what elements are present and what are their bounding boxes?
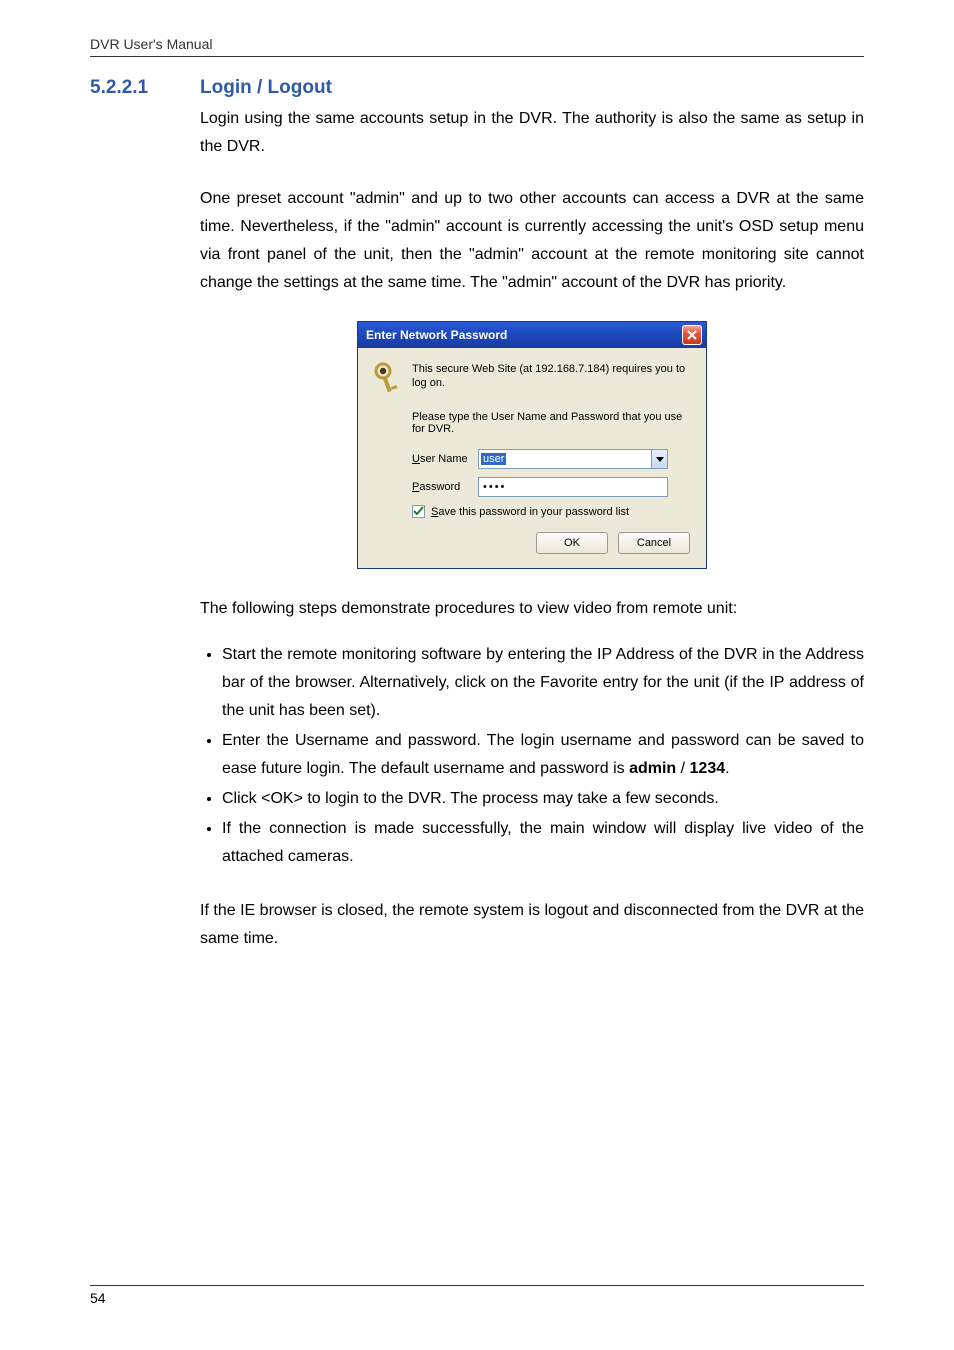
password-value: •••• <box>483 481 506 493</box>
section-title: Login / Logout <box>200 77 332 99</box>
section-number: 5.2.2.1 <box>90 77 200 99</box>
close-icon <box>687 330 697 340</box>
save-password-checkbox[interactable] <box>412 505 425 518</box>
ok-button[interactable]: OK <box>536 532 608 554</box>
step-1: Start the remote monitoring software by … <box>222 641 864 725</box>
paragraph-1: Login using the same accounts setup in t… <box>200 105 864 161</box>
password-label: Password <box>412 481 478 493</box>
dialog-title: Enter Network Password <box>366 328 507 342</box>
save-password-label: Save this password in your password list <box>431 506 629 518</box>
chevron-down-icon <box>656 457 664 462</box>
steps-list: Start the remote monitoring software by … <box>200 641 864 871</box>
password-input[interactable]: •••• <box>478 477 668 497</box>
footer-rule <box>90 1285 864 1286</box>
dialog-titlebar: Enter Network Password <box>358 322 706 348</box>
page-footer: 54 <box>90 1285 864 1306</box>
login-dialog: Enter Network Password <box>357 321 707 569</box>
check-icon <box>413 506 424 517</box>
username-input[interactable]: user <box>478 449 668 469</box>
paragraph-3: The following steps demonstrate procedur… <box>200 595 864 623</box>
paragraph-4: If the IE browser is closed, the remote … <box>200 897 864 953</box>
running-header: DVR User's Manual <box>90 36 864 52</box>
step-3: Click <OK> to login to the DVR. The proc… <box>222 785 864 813</box>
header-rule <box>90 56 864 57</box>
cancel-button[interactable]: Cancel <box>618 532 690 554</box>
close-button[interactable] <box>682 325 702 345</box>
step-4: If the connection is made successfully, … <box>222 815 864 871</box>
dialog-message-1: This secure Web Site (at 192.168.7.184) … <box>412 362 690 391</box>
username-label: User Name <box>412 453 478 465</box>
key-icon <box>374 362 402 401</box>
section-heading: 5.2.2.1 Login / Logout <box>90 77 864 99</box>
page-number: 54 <box>90 1290 864 1306</box>
username-value: user <box>481 453 506 465</box>
username-dropdown-button[interactable] <box>652 449 668 469</box>
paragraph-2: One preset account "admin" and up to two… <box>200 185 864 297</box>
dialog-message-2: Please type the User Name and Password t… <box>412 411 690 435</box>
step-2: Enter the Username and password. The log… <box>222 727 864 783</box>
